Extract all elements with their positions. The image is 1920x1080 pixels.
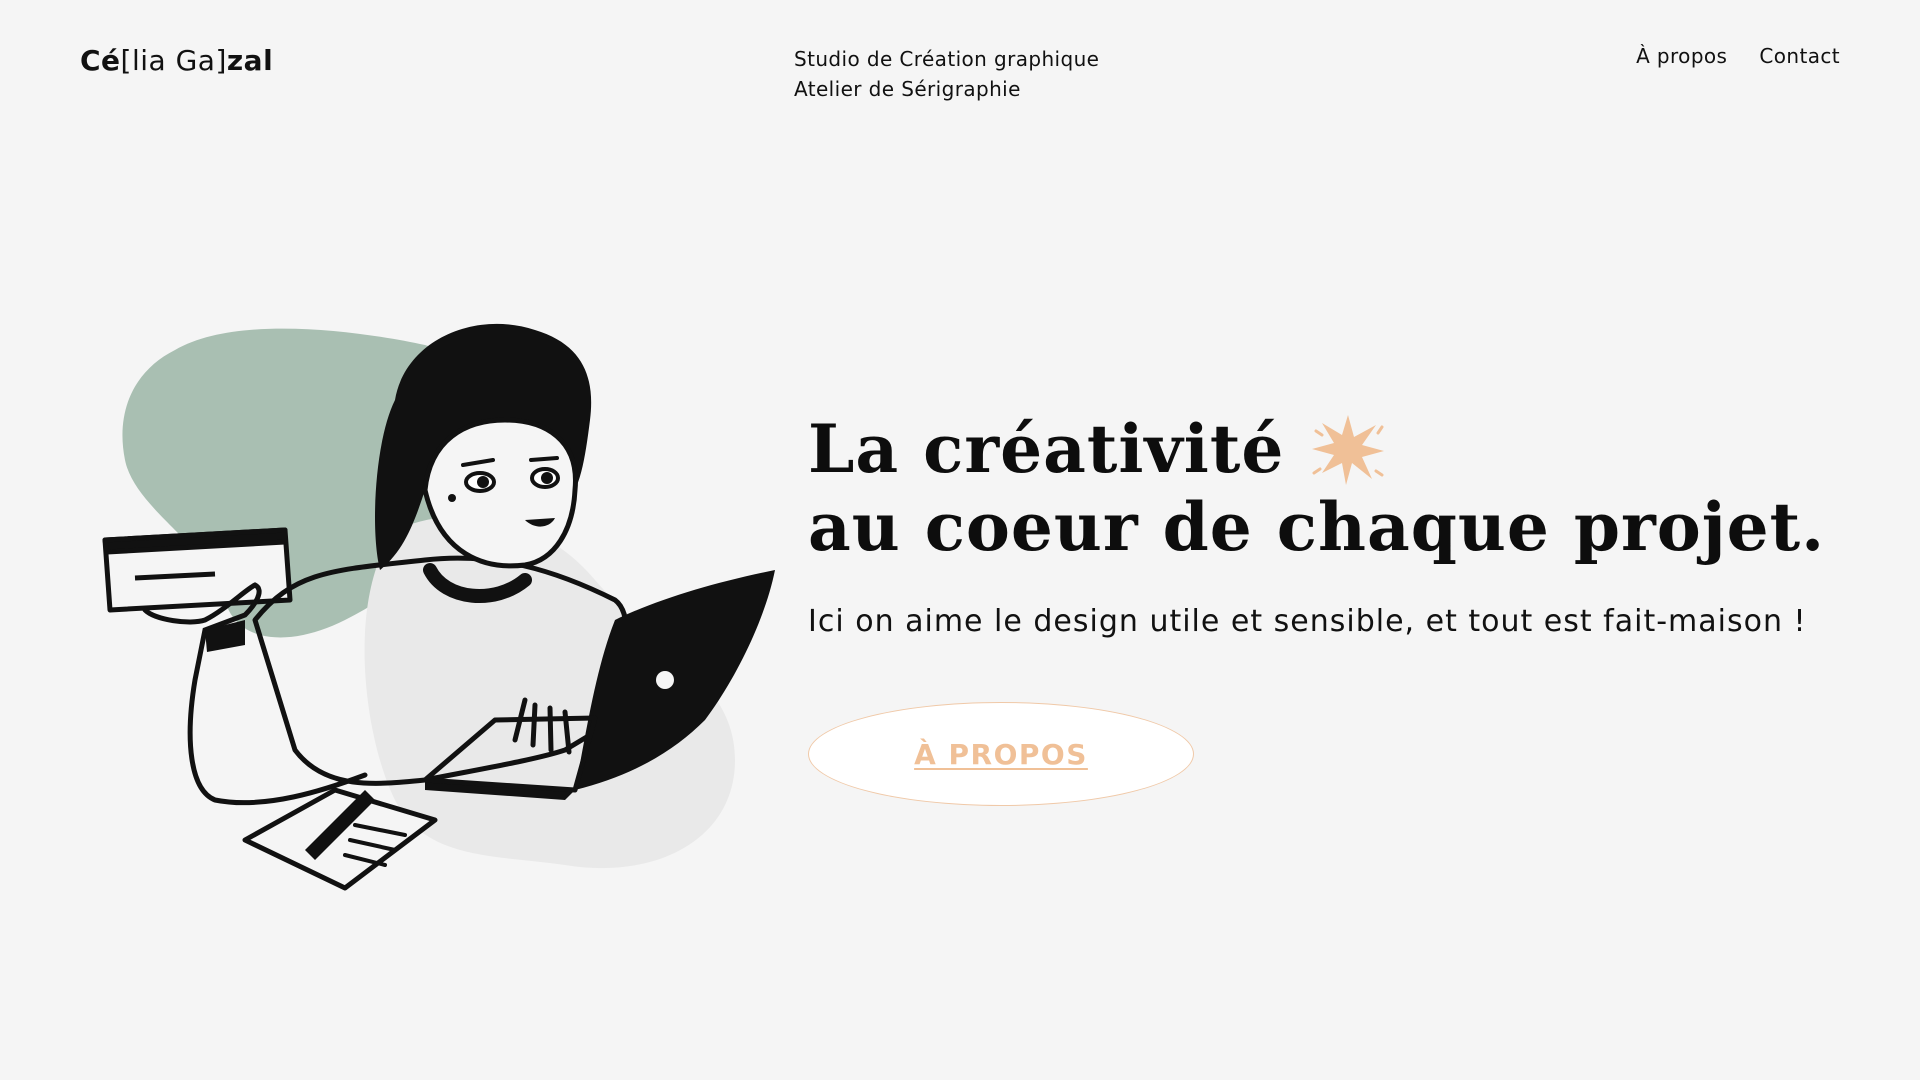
- hero-section: La créativité au coeur de chaque projet.…: [808, 410, 1848, 806]
- tagline-line-1: Studio de Création graphique: [794, 47, 1100, 71]
- nav-link-contact[interactable]: Contact: [1759, 44, 1840, 68]
- site-logo[interactable]: Cé[lia Ga]zal: [80, 44, 273, 77]
- site-header: Cé[lia Ga]zal Studio de Création graphiq…: [0, 0, 1920, 120]
- hero-headline: La créativité au coeur de chaque projet.: [808, 410, 1848, 566]
- woman-with-laptop-illustration: [95, 320, 785, 900]
- held-card-shape: [102, 527, 293, 613]
- headline-line-2: au coeur de chaque projet.: [808, 488, 1826, 566]
- main-nav: À propos Contact: [1636, 44, 1840, 68]
- studio-tagline: Studio de Création graphique Atelier de …: [794, 44, 1099, 104]
- about-cta-button[interactable]: À PROPOS: [808, 702, 1194, 806]
- logo-part-bold-start: Cé: [80, 44, 121, 77]
- hero-subtitle: Ici on aime le design utile et sensible,…: [808, 604, 1807, 639]
- logo-part-bold-end: zal: [226, 44, 274, 77]
- tagline-line-2: Atelier de Sérigraphie: [794, 77, 1021, 101]
- about-cta-label: À PROPOS: [914, 737, 1088, 771]
- logo-part-regular: [lia Ga]: [120, 44, 227, 77]
- headline-line-1-wrapper: La créativité: [808, 410, 1848, 488]
- headline-line-1: La créativité: [808, 410, 1285, 488]
- sparkle-icon: [1310, 411, 1386, 487]
- nav-link-about[interactable]: À propos: [1636, 44, 1727, 68]
